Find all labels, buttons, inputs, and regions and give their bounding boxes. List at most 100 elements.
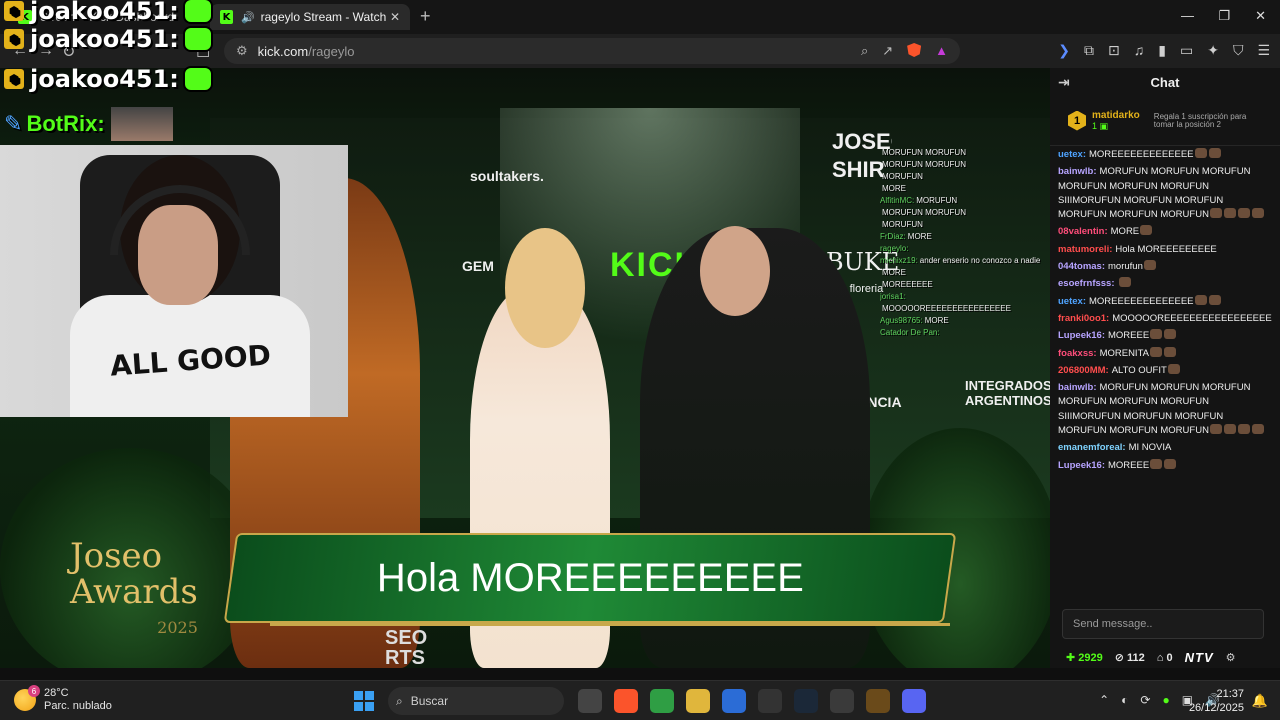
minimize-button[interactable]: — — [1181, 8, 1194, 23]
chat-username[interactable]: emanemforeal: — [1058, 442, 1126, 453]
alert-user: joakoo451: — [30, 0, 179, 25]
chat-message: 044tomas: morufun — [1058, 260, 1272, 274]
tab-rageylo-stream[interactable]: K 🔊 rageylo Stream - Watch Live o ✕ — [210, 4, 410, 30]
overlay-chat-text: MOOOOOREEEEEEEEEEEEEEEE — [882, 304, 1011, 313]
weather-desc: Parc. nublado — [44, 700, 112, 712]
wallet-icon[interactable]: ▭ — [1180, 42, 1193, 59]
emote-icon — [1167, 363, 1180, 374]
kicks-count[interactable]: ✚ 2929 — [1066, 651, 1103, 664]
chat-username[interactable]: 206800MM: — [1058, 365, 1109, 376]
chevron-up-icon[interactable]: ⌃ — [1099, 693, 1109, 707]
overlay-chat-text: ander enserio no conozco a nadie — [919, 256, 1041, 265]
headset-tray-icon[interactable]: ◐ — [1121, 693, 1128, 707]
chat-text: ALTO OUFIT — [1111, 364, 1167, 376]
chat-message: matumoreli: Hola MOREEEEEEEEE — [1058, 243, 1272, 257]
overlay-chat-user: Catador De Pan: — [880, 328, 940, 337]
chat-username[interactable]: franki0oo1: — [1058, 313, 1109, 324]
gift-sub-text: Regala 1 suscripción para tomar la posic… — [1153, 111, 1247, 129]
emote-icon — [1140, 225, 1153, 236]
chat-username[interactable]: Lupeek16: — [1058, 460, 1105, 471]
vpn-icon[interactable]: ⛉ — [1233, 42, 1244, 59]
brave-shield-icon[interactable] — [907, 43, 922, 57]
send-message-input[interactable]: Send message.. — [1062, 609, 1264, 639]
chat-username[interactable]: foakxss: — [1058, 348, 1097, 359]
chat-message: 206800MM: ALTO OUFIT — [1058, 363, 1272, 378]
leo-icon[interactable]: ❯ — [1058, 42, 1070, 59]
weather-icon: 6 — [14, 685, 40, 711]
emote-icon — [1237, 424, 1250, 435]
collapse-chat-icon[interactable]: ⇥ — [1058, 74, 1070, 91]
site-info-icon[interactable]: ⚙ — [236, 43, 248, 59]
sub-badge-icon: ⬢ — [4, 1, 24, 21]
viewers-count[interactable]: ⊘ 112 — [1115, 651, 1145, 664]
overlay-chat-line: MORUFUN MORUFUN — [880, 160, 1050, 169]
overlay-chat-text: MOREEEEEE — [882, 280, 933, 289]
menu-icon[interactable]: ☰ — [1257, 42, 1270, 59]
weather-widget[interactable]: 6 28°C Parc. nublado — [14, 685, 112, 713]
emote-icon — [1208, 294, 1221, 305]
steam-icon[interactable] — [794, 689, 818, 713]
chat-username[interactable]: Lupeek16: — [1058, 330, 1105, 341]
store-icon[interactable] — [722, 689, 746, 713]
emote-icon — [1150, 458, 1163, 469]
taskbar-search[interactable]: ⌕ Buscar — [388, 687, 564, 715]
new-tab-button[interactable]: + — [420, 6, 431, 27]
chat-username[interactable]: bainwlb: — [1058, 166, 1097, 177]
chat-text: Hola MOREEEEEEEEE — [1115, 243, 1217, 255]
extensions-icon[interactable]: ⧉ — [1084, 42, 1094, 59]
file-explorer-icon[interactable] — [578, 689, 602, 713]
obs-icon[interactable] — [830, 689, 854, 713]
mic-icon[interactable]: ● — [1162, 693, 1169, 707]
brave-rewards-icon[interactable]: ▲ — [935, 43, 948, 59]
ntv-brand[interactable]: NTV — [1185, 650, 1214, 665]
emote-icon — [182, 0, 213, 24]
start-button[interactable] — [354, 691, 374, 711]
rank-badge: 1 — [1068, 110, 1086, 131]
address-bar[interactable]: ⚙ kick.com/rageylo ⌕ ↗ ▲ — [224, 38, 960, 64]
chat-text: MOREEEEEEEEEEEEE — [1088, 149, 1194, 160]
chat-text: MOOOOOREEEEEEEEEEEEEEEEEEEEEEEEE — [1112, 312, 1272, 324]
chat-username[interactable]: 08valentin: — [1058, 226, 1108, 237]
chat-username[interactable]: matumoreli: — [1058, 244, 1112, 255]
chrome-icon[interactable] — [650, 689, 674, 713]
notification-bell-icon[interactable]: 🔔 — [1252, 693, 1268, 709]
clock[interactable]: 21:37 26/12/2025 — [1189, 687, 1244, 715]
stat-count[interactable]: ⌂ 0 — [1157, 652, 1173, 664]
chat-username[interactable]: uetex: — [1058, 149, 1086, 160]
ai-icon[interactable]: ✦ — [1207, 42, 1219, 59]
maximize-button[interactable]: ❐ — [1218, 8, 1230, 24]
overlay-chat-line: MOREEEEEE — [880, 280, 1050, 289]
folder-icon[interactable] — [686, 689, 710, 713]
overlay-chat-user: Agus98765: — [880, 316, 923, 325]
overlay-chat-user: rageylo: — [880, 244, 909, 253]
chat-username[interactable]: esoefrnfsss: — [1058, 278, 1115, 289]
chat-username[interactable]: bainwlb: — [1058, 382, 1097, 393]
settings-icon[interactable]: ⚙ — [1226, 651, 1236, 664]
emote-icon — [1194, 148, 1207, 158]
overlay-chat-line: MORUFUN — [880, 172, 1050, 181]
chat-username[interactable]: 044tomas: — [1058, 261, 1105, 272]
audio-icon[interactable]: 🔊 — [241, 11, 255, 24]
app-icon[interactable] — [866, 689, 890, 713]
sidebar-icon[interactable]: ▮ — [1158, 42, 1166, 59]
chat-username[interactable]: uetex: — [1058, 296, 1086, 307]
pinned-leaderboard[interactable]: 1 matidarko 1 ▣ Regala 1 suscripción par… — [1050, 96, 1280, 146]
zoom-icon[interactable]: ⌕ — [861, 43, 868, 59]
chat-message: franki0oo1:MOOOOOREEEEEEEEEEEEEEEEEEEEEE… — [1058, 312, 1272, 326]
sync-icon[interactable]: ⟳ — [1140, 693, 1150, 707]
brave-icon[interactable] — [614, 689, 638, 713]
screenshot-icon[interactable]: ⊡ — [1108, 42, 1120, 59]
chat-text: MOREEEEEEEEEEEEE — [1088, 295, 1194, 307]
emote-icon — [1164, 329, 1177, 340]
close-window-button[interactable]: ✕ — [1255, 8, 1266, 24]
close-tab-icon[interactable]: ✕ — [390, 10, 400, 24]
media-icon[interactable]: ♫ — [1134, 42, 1145, 59]
emote-icon — [1150, 346, 1162, 357]
epic-icon[interactable] — [758, 689, 782, 713]
overlay-chat-user: michixz19: — [880, 256, 918, 265]
overlay-chat-line: MOOOOOREEEEEEEEEEEEEEEE — [880, 304, 1050, 313]
share-icon[interactable]: ↗ — [882, 43, 893, 59]
lower-third-text: Hola MOREEEEEEEEE — [376, 555, 804, 600]
overlay-chat-text: MORE — [882, 268, 906, 277]
discord-icon[interactable] — [902, 689, 926, 713]
